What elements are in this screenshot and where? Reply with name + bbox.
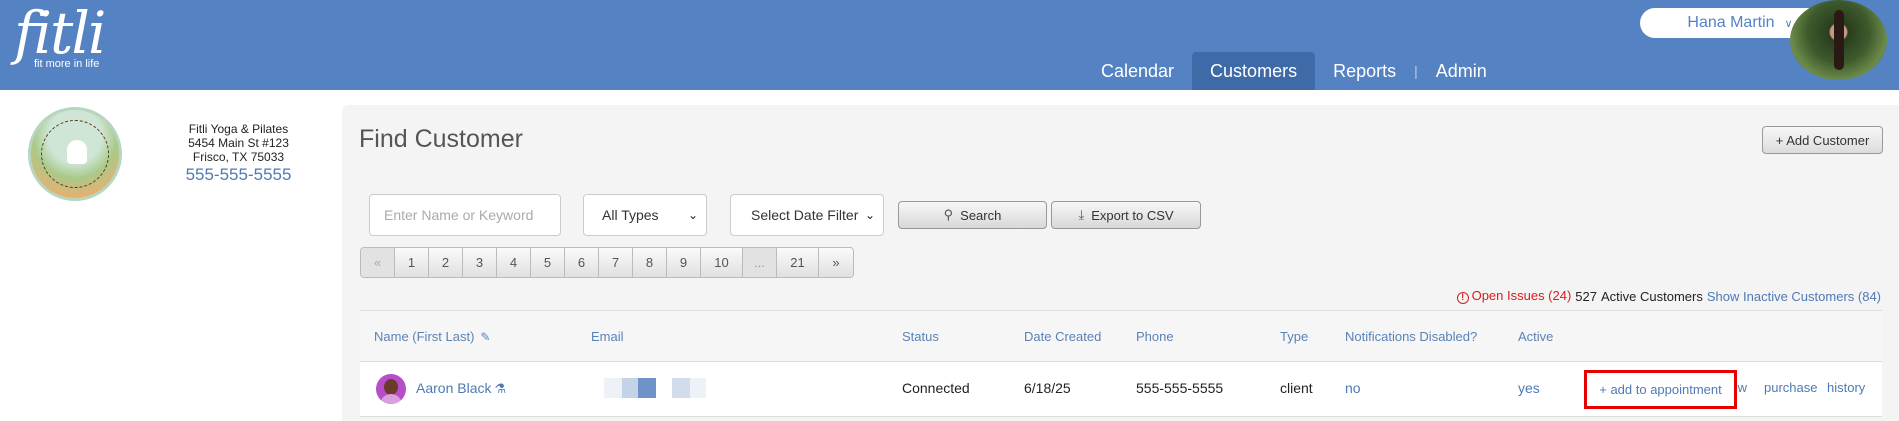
column-header-date-created[interactable]: Date Created [1024,329,1101,344]
open-issues-label: Open Issues (24) [1471,288,1572,303]
pagination-next[interactable]: » [819,248,853,277]
customer-type: client [1280,380,1313,396]
page: fitli fit more in life Hana Martin ∨ Cal… [0,0,1899,421]
export-button-label: Export to CSV [1091,207,1174,223]
search-button-label: Search [960,207,1002,223]
customer-date-created: 6/18/25 [1024,380,1071,396]
logo-word: fitli [14,0,106,67]
logo-tagline: fit more in life [34,58,100,70]
studio-address-line2: Frisco, TX 75033 [192,150,285,164]
table-header: Name (First Last) ✎ Email Status Date Cre… [360,310,1882,362]
nav-customers[interactable]: Customers [1192,52,1316,90]
studio-phone[interactable]: 555-555-5555 [160,166,317,183]
show-inactive-link[interactable]: Show Inactive Customers (84) [1707,289,1881,304]
email-redacted [604,378,706,398]
column-header-notifications[interactable]: Notifications Disabled? [1345,329,1477,344]
pagination-prev[interactable]: « [361,248,395,277]
family-icon: ⚗ [494,381,507,396]
pencil-icon[interactable]: ✎ [480,330,490,344]
studio-name: Fitli Yoga & Pilates [188,122,289,136]
user-name: Hana Martin [1687,14,1775,31]
pagination: « 1 2 3 4 5 6 7 8 9 10 ... 21 » [360,247,854,278]
notifications-disabled-toggle[interactable]: no [1345,380,1361,396]
page-title: Find Customer [359,125,523,153]
pagination-page[interactable]: 5 [531,248,565,277]
pagination-page[interactable]: 6 [565,248,599,277]
fitli-logo[interactable]: fitli fit more in life [14,0,106,70]
column-header-type[interactable]: Type [1280,329,1308,344]
download-icon: ⤓ [1078,207,1085,222]
pagination-page[interactable]: 4 [497,248,531,277]
purchase-link[interactable]: purchase [1764,380,1817,395]
pagination-page[interactable]: 2 [429,248,463,277]
active-toggle[interactable]: yes [1518,380,1540,396]
open-issues-link[interactable]: ! Open Issues (24) [1456,288,1572,304]
pagination-page[interactable]: 9 [667,248,701,277]
column-header-active[interactable]: Active [1518,329,1553,344]
pagination-last-page[interactable]: 21 [777,248,819,277]
customer-summary: ! Open Issues (24) 527 Active Customers S… [1456,288,1881,304]
chevron-down-icon: ⌄ [864,208,875,222]
type-select[interactable]: All Types ⌄ [583,194,707,236]
customer-avatar [376,374,406,404]
nav-admin[interactable]: Admin [1418,52,1505,90]
pagination-page[interactable]: 10 [701,248,743,277]
pagination-page[interactable]: 8 [633,248,667,277]
date-select-value: Select Date Filter [751,207,859,223]
pagination-ellipsis: ... [743,248,777,277]
user-avatar[interactable] [1790,0,1887,80]
meditation-icon [67,140,87,164]
active-count: 527 [1575,288,1597,304]
type-select-value: All Types [602,207,659,223]
column-name-label: Name (First Last) [374,329,475,344]
search-icon: ⚲ [943,207,954,222]
date-filter-select[interactable]: Select Date Filter ⌄ [730,194,884,236]
studio-info: Fitli Yoga & Pilates 5454 Main St #123 F… [160,122,317,183]
column-header-name[interactable]: Name (First Last) ✎ [374,329,490,344]
main-nav: Calendar Customers Reports | Admin [1083,52,1505,90]
active-customers-label: Active Customers [1601,288,1703,304]
avatar-face [384,379,398,395]
avatar-figure [1834,10,1844,70]
pagination-page[interactable]: 7 [599,248,633,277]
customer-name-link[interactable]: Aaron Black ⚗ [416,380,506,397]
nav-reports[interactable]: Reports [1315,52,1414,90]
studio-logo [28,107,122,201]
column-header-email[interactable]: Email [591,329,624,344]
column-header-phone[interactable]: Phone [1136,329,1174,344]
studio-address-line1: 5454 Main St #123 [188,136,289,150]
add-to-appointment-link[interactable]: + add to appointment [1584,370,1737,409]
nav-calendar[interactable]: Calendar [1083,52,1192,90]
pagination-page[interactable]: 1 [395,248,429,277]
customer-name: Aaron Black [416,380,492,396]
history-link[interactable]: history [1827,380,1865,395]
column-header-status[interactable]: Status [902,329,939,344]
alert-icon: ! [1456,292,1469,304]
chevron-down-icon: ⌄ [687,208,698,222]
top-navigation-bar: fitli fit more in life Hana Martin ∨ Cal… [0,0,1899,90]
pagination-page[interactable]: 3 [463,248,497,277]
customer-status: Connected [902,380,970,396]
search-input[interactable]: Enter Name or Keyword [369,194,561,236]
search-button[interactable]: ⚲ Search [898,201,1047,229]
export-csv-button[interactable]: ⤓ Export to CSV [1051,201,1201,229]
customer-phone: 555-555-5555 [1136,380,1224,396]
add-customer-button[interactable]: + Add Customer [1762,126,1883,154]
avatar-body [380,394,402,404]
